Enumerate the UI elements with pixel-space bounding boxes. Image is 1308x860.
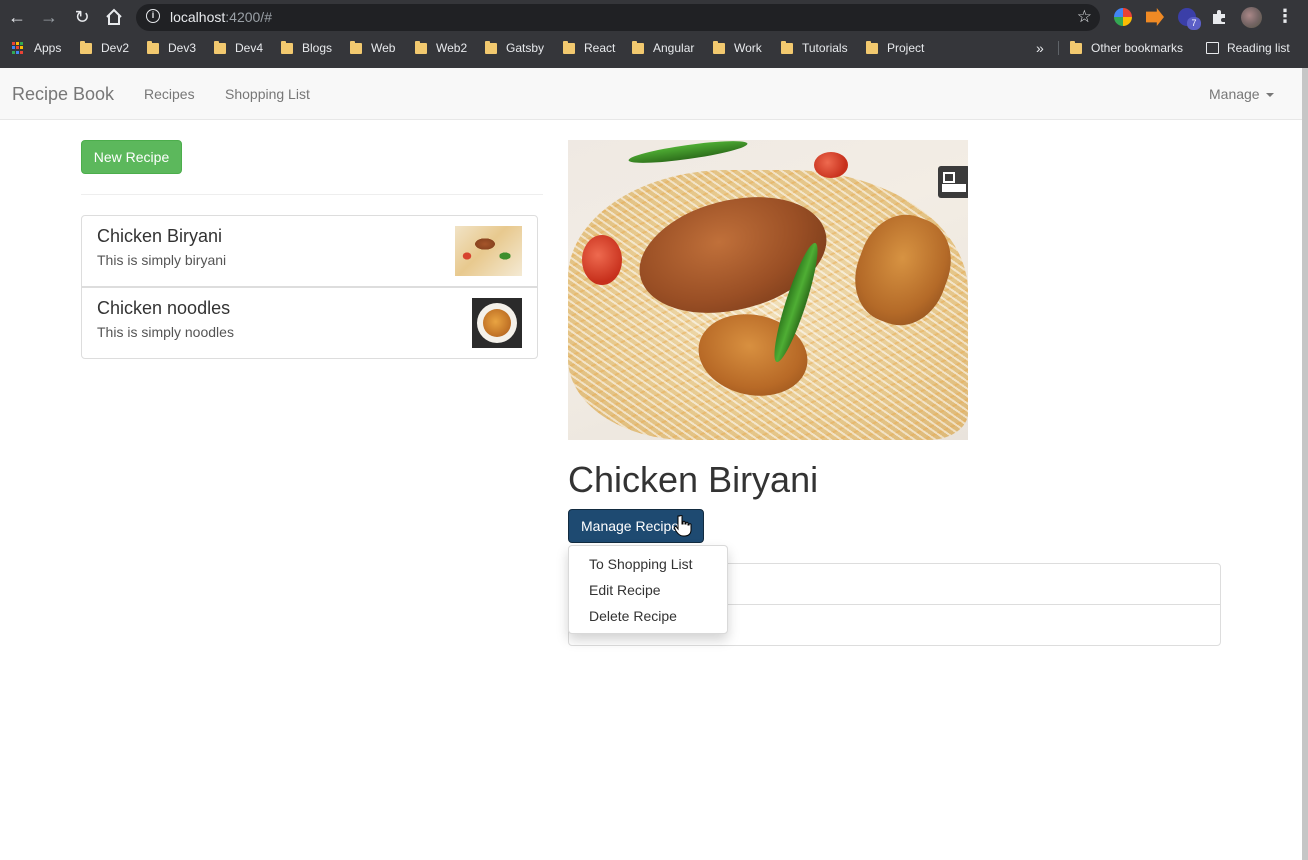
bookmark-dev3[interactable]: Dev3 (147, 38, 196, 58)
folder-icon (214, 40, 226, 54)
bookmark-dev2[interactable]: Dev2 (80, 38, 129, 58)
browser-menu-icon[interactable]: ⋮ (1276, 6, 1294, 27)
bookmark-web[interactable]: Web (350, 38, 395, 58)
folder-icon (80, 40, 92, 54)
divider (81, 194, 543, 195)
folder-icon (1070, 40, 1082, 54)
folder-icon (485, 40, 497, 54)
folder-icon (632, 40, 644, 54)
folder-icon (866, 40, 878, 54)
address-bar[interactable]: i localhost:4200/# ☆ (136, 4, 1100, 31)
caret-down-icon (1265, 93, 1274, 98)
bookmark-angular[interactable]: Angular (632, 38, 694, 58)
bookmark-project[interactable]: Project (866, 38, 924, 58)
window-edge (1302, 68, 1308, 860)
navbar-brand[interactable]: Recipe Book (12, 84, 114, 105)
bookmark-star-icon[interactable]: ☆ (1077, 7, 1092, 27)
browser-toolbar: ← → ↻ i localhost:4200/# ☆ 7 ⋮ Apps Dev2… (0, 0, 1308, 68)
recipe-item-name: Chicken Biryani (97, 226, 223, 246)
reading-list-icon (1206, 42, 1219, 54)
folder-icon (713, 40, 725, 54)
bookmark-web2[interactable]: Web2 (415, 38, 467, 58)
hand-cursor-icon (674, 515, 692, 537)
back-arrow-icon[interactable]: ← (6, 6, 28, 28)
extension-badge: 7 (1187, 17, 1201, 30)
bookmark-work[interactable]: Work (713, 38, 762, 58)
recipe-thumbnail (472, 298, 522, 348)
folder-icon (415, 40, 427, 54)
tomato2 (814, 152, 848, 178)
menu-item-to-shopping-list[interactable]: To Shopping List (569, 554, 727, 580)
watermark-logo (938, 166, 968, 198)
bookmarks-divider (1058, 41, 1059, 55)
menu-item-edit-recipe[interactable]: Edit Recipe (569, 580, 727, 606)
tomato (582, 235, 622, 285)
reading-list-button[interactable]: Reading list (1206, 38, 1290, 58)
new-recipe-button[interactable]: New Recipe (81, 140, 182, 174)
folder-icon (350, 40, 362, 54)
bookmark-react[interactable]: React (563, 38, 615, 58)
bookmark-gatsby[interactable]: Gatsby (485, 38, 544, 58)
recipe-item-description: This is simply noodles (97, 324, 234, 340)
nav-link-recipes[interactable]: Recipes (144, 86, 195, 102)
recipe-item-description: This is simply biryani (97, 252, 227, 268)
folder-icon (781, 40, 793, 54)
bookmark-apps[interactable]: Apps (12, 38, 61, 58)
folder-icon (147, 40, 159, 54)
site-info-icon[interactable]: i (146, 9, 160, 23)
manage-dropdown[interactable]: Manage (1209, 86, 1274, 102)
folder-icon (281, 40, 293, 54)
recipe-image (568, 140, 968, 440)
folder-icon (563, 40, 575, 54)
bookmarks-overflow-icon[interactable]: » (1036, 38, 1044, 58)
menu-item-delete-recipe[interactable]: Delete Recipe (569, 606, 727, 632)
bookmark-other[interactable]: Other bookmarks (1070, 38, 1183, 58)
nav-link-shopping-list[interactable]: Shopping List (225, 86, 310, 102)
apps-grid-icon (12, 42, 24, 54)
forward-arrow-icon[interactable]: → (38, 6, 60, 28)
bookmark-dev4[interactable]: Dev4 (214, 38, 263, 58)
bookmark-tutorials[interactable]: Tutorials (781, 38, 848, 58)
app-navbar: Recipe Book Recipes Shopping List Manage (0, 68, 1302, 120)
recipe-list-item[interactable]: Chicken Biryani This is simply biryani (81, 215, 538, 287)
recipe-item-name: Chicken noodles (97, 298, 231, 318)
recipe-list-item[interactable]: Chicken noodles This is simply noodles (81, 287, 538, 359)
bookmark-blogs[interactable]: Blogs (281, 38, 332, 58)
extension-colorful-icon[interactable] (1114, 8, 1132, 26)
extension-arrow-icon[interactable] (1146, 8, 1164, 26)
manage-recipe-menu: To Shopping List Edit Recipe Delete Reci… (568, 545, 728, 634)
home-icon[interactable] (103, 6, 125, 28)
puzzle-icon[interactable] (1208, 6, 1230, 28)
url-text[interactable]: localhost:4200/# (170, 9, 272, 25)
reload-icon[interactable]: ↻ (71, 6, 93, 28)
recipe-thumbnail (455, 226, 522, 276)
chili2 (627, 140, 749, 168)
recipe-title: Chicken Biryani (568, 459, 819, 500)
profile-avatar[interactable] (1241, 7, 1262, 28)
